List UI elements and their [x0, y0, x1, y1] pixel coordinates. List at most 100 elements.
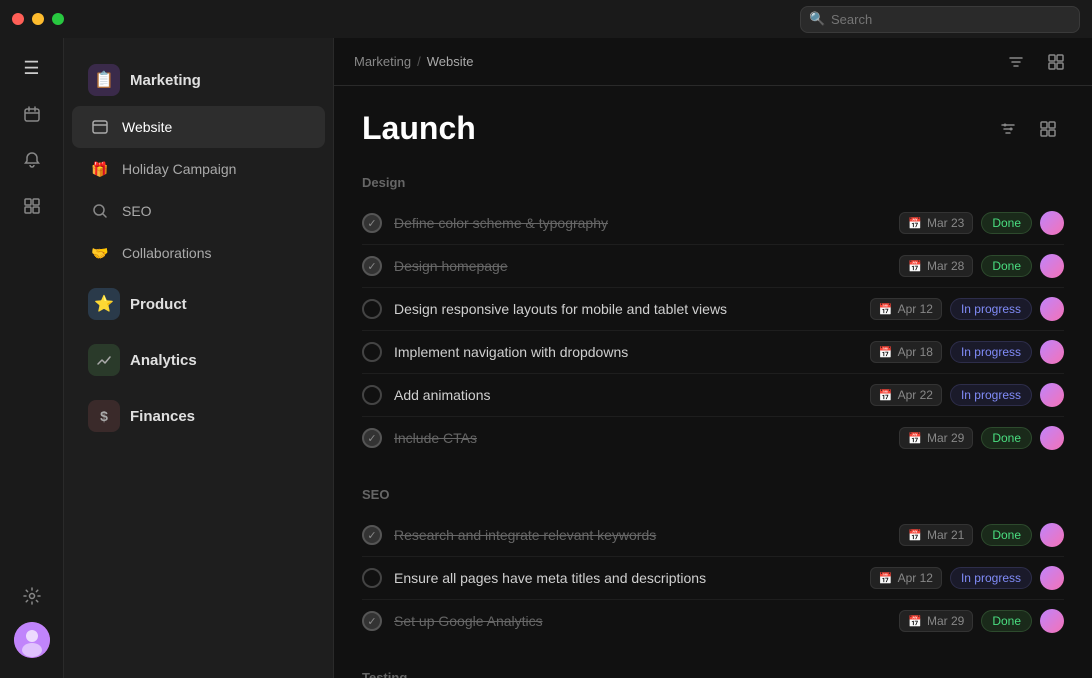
status-badge: In progress [950, 298, 1032, 320]
breadcrumb-current: Website [427, 54, 474, 69]
task-checkbox[interactable] [362, 428, 382, 448]
nav-item-holiday-campaign[interactable]: 🎁 Holiday Campaign [72, 148, 325, 190]
search-input[interactable] [800, 6, 1080, 33]
task-date: 📅 Mar 28 [899, 255, 973, 277]
task-name: Include CTAs [394, 430, 887, 446]
section-design-label: Design [362, 175, 1064, 190]
nav-item-website[interactable]: Website [72, 106, 325, 148]
sidebar-icon-puzzle[interactable] [12, 186, 52, 226]
sidebar-icon-bell[interactable] [12, 140, 52, 180]
website-icon [88, 115, 112, 139]
status-badge: Done [981, 610, 1032, 632]
section-seo: SEO Research and integrate relevant keyw… [362, 487, 1064, 642]
calendar-icon: 📅 [908, 529, 922, 542]
task-avatar [1040, 340, 1064, 364]
finances-label: Finances [130, 408, 195, 425]
marketing-icon: 📋 [88, 64, 120, 96]
task-item: Set up Google Analytics 📅 Mar 29 Done [362, 600, 1064, 642]
calendar-icon: 📅 [908, 615, 922, 628]
task-date: 📅 Mar 21 [899, 524, 973, 546]
task-checkbox[interactable] [362, 385, 382, 405]
maximize-button[interactable] [52, 13, 64, 25]
calendar-icon: 📅 [908, 217, 922, 230]
user-avatar[interactable] [14, 622, 50, 658]
task-item: Design responsive layouts for mobile and… [362, 288, 1064, 331]
close-button[interactable] [12, 13, 24, 25]
nav-section-product: ⭐ Product [64, 278, 333, 330]
sidebar-icon-settings[interactable] [12, 576, 52, 616]
holiday-campaign-icon: 🎁 [88, 157, 112, 181]
task-meta: 📅 Apr 18 In progress [870, 340, 1064, 364]
task-checkbox[interactable] [362, 299, 382, 319]
nav-section-finances: $ Finances [64, 390, 333, 442]
traffic-lights [12, 13, 64, 25]
task-checkbox[interactable] [362, 256, 382, 276]
task-avatar [1040, 254, 1064, 278]
status-badge: Done [981, 524, 1032, 546]
nav-item-collaborations[interactable]: 🤝 Collaborations [72, 232, 325, 274]
task-avatar [1040, 523, 1064, 547]
filter-button[interactable] [1000, 46, 1032, 78]
section-seo-label: SEO [362, 487, 1064, 502]
status-badge: In progress [950, 384, 1032, 406]
section-testing-label: Testing [362, 670, 1064, 678]
task-date: 📅 Apr 22 [870, 384, 942, 406]
filter-icon-button[interactable] [992, 113, 1024, 145]
task-checkbox[interactable] [362, 213, 382, 233]
task-name: Set up Google Analytics [394, 613, 887, 629]
task-date: 📅 Apr 12 [870, 567, 942, 589]
minimize-button[interactable] [32, 13, 44, 25]
nav-section-analytics-header[interactable]: Analytics [72, 334, 325, 386]
task-checkbox[interactable] [362, 568, 382, 588]
nav-item-seo[interactable]: SEO [72, 190, 325, 232]
breadcrumb-separator: / [417, 54, 421, 69]
task-date: 📅 Mar 29 [899, 610, 973, 632]
breadcrumb-parent: Marketing [354, 54, 411, 69]
titlebar: 🔍 [0, 0, 1092, 38]
task-name: Design homepage [394, 258, 887, 274]
app-body: ☰ [0, 38, 1092, 678]
seo-icon [88, 199, 112, 223]
task-item: Add animations 📅 Apr 22 In progress [362, 374, 1064, 417]
collaborations-label: Collaborations [122, 245, 212, 261]
seo-label: SEO [122, 203, 152, 219]
sidebar-icon-calendar[interactable] [12, 94, 52, 134]
task-checkbox[interactable] [362, 611, 382, 631]
status-badge: Done [981, 427, 1032, 449]
task-name: Ensure all pages have meta titles and de… [394, 570, 858, 586]
sidebar-icon-list[interactable]: ☰ [12, 48, 52, 88]
grid-icon-button[interactable] [1032, 113, 1064, 145]
task-item: Design homepage 📅 Mar 28 Done [362, 245, 1064, 288]
layout-button[interactable] [1040, 46, 1072, 78]
task-avatar [1040, 297, 1064, 321]
task-checkbox[interactable] [362, 342, 382, 362]
status-badge: Done [981, 212, 1032, 234]
task-item: Define color scheme & typography 📅 Mar 2… [362, 202, 1064, 245]
task-avatar [1040, 426, 1064, 450]
finances-icon: $ [88, 400, 120, 432]
sidebar-bottom [12, 576, 52, 668]
task-item: Ensure all pages have meta titles and de… [362, 557, 1064, 600]
nav-section-product-header[interactable]: ⭐ Product [72, 278, 325, 330]
breadcrumb: Marketing / Website [354, 54, 473, 69]
analytics-icon [88, 344, 120, 376]
task-meta: 📅 Mar 28 Done [899, 254, 1064, 278]
website-label: Website [122, 119, 172, 135]
collaborations-icon: 🤝 [88, 241, 112, 265]
task-avatar [1040, 609, 1064, 633]
calendar-icon: 📅 [879, 346, 893, 359]
calendar-icon: 📅 [908, 260, 922, 273]
nav-section-marketing-header[interactable]: 📋 Marketing [72, 54, 325, 106]
task-meta: 📅 Apr 22 In progress [870, 383, 1064, 407]
search-container: 🔍 [800, 6, 1080, 33]
task-avatar [1040, 211, 1064, 235]
calendar-icon: 📅 [908, 432, 922, 445]
analytics-label: Analytics [130, 352, 197, 369]
content-header: Marketing / Website [334, 38, 1092, 86]
nav-section-finances-header[interactable]: $ Finances [72, 390, 325, 442]
calendar-icon: 📅 [879, 303, 893, 316]
task-meta: 📅 Mar 29 Done [899, 426, 1064, 450]
calendar-icon: 📅 [879, 389, 893, 402]
task-checkbox[interactable] [362, 525, 382, 545]
calendar-icon: 📅 [879, 572, 893, 585]
